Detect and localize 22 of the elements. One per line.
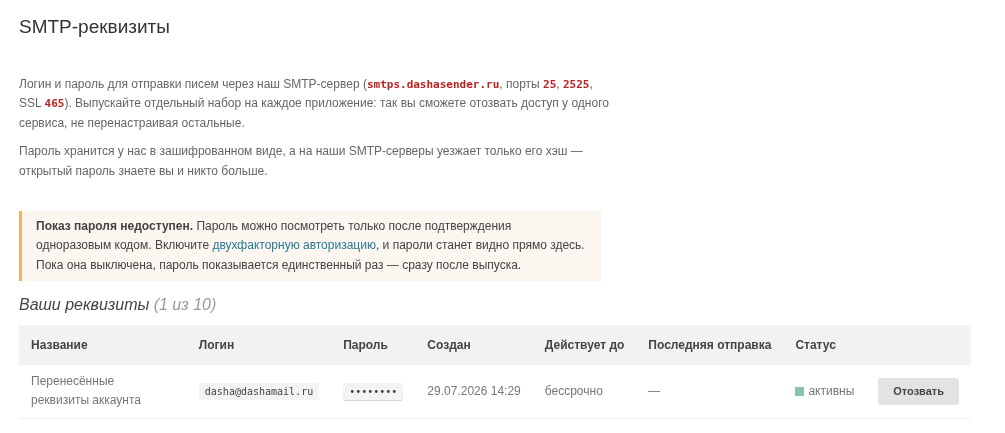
column-header: Действует до	[532, 325, 637, 366]
revoke-button[interactable]: Отозвать	[878, 377, 959, 406]
table-cell: Перенесённые реквизиты аккаунта	[19, 365, 187, 419]
column-header: Пароль	[331, 325, 416, 366]
status-label: активны	[808, 383, 855, 398]
table-cell: 29.07.2026 14:29	[415, 365, 533, 419]
section-title: Ваши реквизиты	[19, 296, 150, 314]
authorization-link[interactable]: двухфакторную авторизацию	[212, 238, 376, 253]
column-header: Создан	[415, 325, 533, 366]
notice-text: Показ пароля недоступен. Пароль можно посмотреть только после подтверждения одноразовым кодом. Включите двухфакторную авторизацию, и пароли станет видно прямо здесь. Пока она выключена, пароль показывается единственный раз — сразу после выпуска.	[19, 211, 601, 282]
password-value: ••••••••	[343, 382, 404, 401]
section-count: (1 из 10)	[153, 296, 217, 314]
column-header: Логин	[186, 325, 332, 366]
column-header: Название	[19, 325, 187, 366]
page-title: SMTP-реквизиты	[19, 16, 171, 39]
description-text: Пароль хранится у нас в зашифрованном виде, а на наши SMTP-серверы уезжает только его хэш — открытый пароль знаете вы и никто больше.	[19, 143, 584, 180]
description-text: Логин и пароль для отправки писем через наш SMTP-сервер (smtps.dashasender.ru, порты 25, 2525, SSL 465). Выпускайте отдельный набор на каждое приложение: так вы сможете отозвать доступ у одного сервиса, не перенастраивая остальные.	[19, 75, 609, 132]
column-header: Статус	[783, 325, 867, 366]
login-value: dasha@dashamail.ru	[198, 382, 320, 400]
table-cell: —	[636, 365, 784, 419]
column-header: Последняя отправка	[636, 325, 784, 366]
table-cell: бессрочно	[532, 365, 637, 419]
